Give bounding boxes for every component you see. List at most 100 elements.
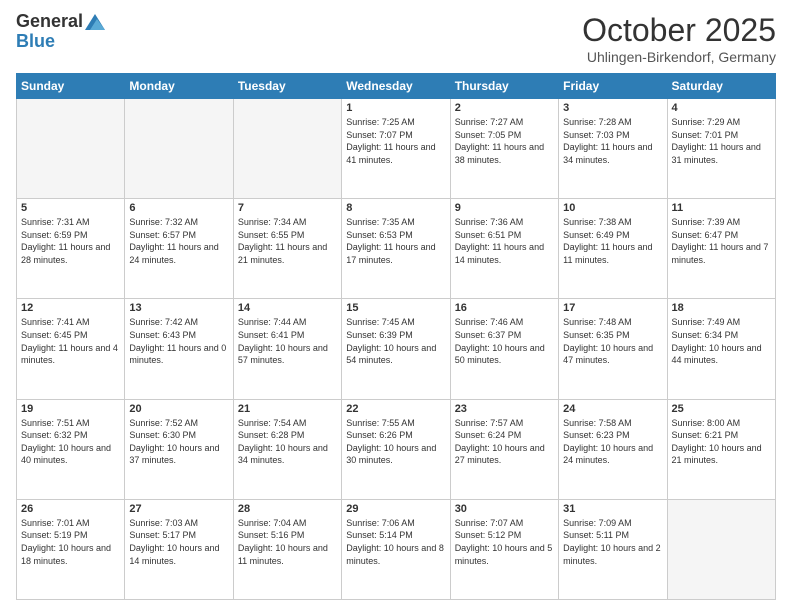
day-header-monday: Monday [125, 74, 233, 99]
header: General Blue October 2025 Uhlingen-Birke… [16, 12, 776, 65]
calendar-cell: 24Sunrise: 7:58 AM Sunset: 6:23 PM Dayli… [559, 399, 667, 499]
day-number: 12 [21, 302, 120, 314]
calendar-cell: 31 Sunrise: 7:09 AM Sunset: 5:11 PM Dayli… [559, 499, 667, 599]
day-info: Sunrise: 7:42 AM Sunset: 6:43 PM Dayligh… [129, 316, 228, 366]
day-info: Sunrise: 7:06 AM Sunset: 5:14 PM Dayligh… [346, 517, 445, 567]
day-info: Sunrise: 7:51 AM Sunset: 6:32 PM Dayligh… [21, 417, 120, 467]
day-number: 18 [672, 302, 771, 314]
week-row-5: 26 Sunrise: 7:01 AM Sunset: 5:19 PM Dayli… [17, 499, 776, 599]
day-number: 8 [346, 202, 445, 214]
calendar-cell: 29 Sunrise: 7:06 AM Sunset: 5:14 PM Dayli… [342, 499, 450, 599]
calendar-cell: 3 Sunrise: 7:28 AM Sunset: 7:03 PM Daylig… [559, 99, 667, 199]
calendar-cell [667, 499, 775, 599]
day-number: 13 [129, 302, 228, 314]
day-info: Sunrise: 7:32 AM Sunset: 6:57 PM Dayligh… [129, 216, 228, 266]
calendar-cell: 26 Sunrise: 7:01 AM Sunset: 5:19 PM Dayli… [17, 499, 125, 599]
day-number: 3 [563, 102, 662, 114]
calendar-cell: 25Sunrise: 8:00 AM Sunset: 6:21 PM Dayli… [667, 399, 775, 499]
calendar-cell: 23 Sunrise: 7:57 AM Sunset: 6:24 PM Dayli… [450, 399, 558, 499]
calendar-cell: 11Sunrise: 7:39 AM Sunset: 6:47 PM Dayli… [667, 199, 775, 299]
day-info: Sunrise: 7:45 AM Sunset: 6:39 PM Dayligh… [346, 316, 445, 366]
day-info: Sunrise: 8:00 AM Sunset: 6:21 PM Dayligh… [672, 417, 771, 467]
calendar-cell: 15 Sunrise: 7:45 AM Sunset: 6:39 PM Dayli… [342, 299, 450, 399]
logo: General Blue [16, 12, 105, 52]
logo-general-text: General [16, 12, 83, 32]
day-info: Sunrise: 7:29 AM Sunset: 7:01 PM Dayligh… [672, 116, 771, 166]
month-title: October 2025 [582, 12, 776, 49]
page: General Blue October 2025 Uhlingen-Birke… [0, 0, 792, 612]
day-number: 17 [563, 302, 662, 314]
day-info: Sunrise: 7:35 AM Sunset: 6:53 PM Dayligh… [346, 216, 445, 266]
day-number: 2 [455, 102, 554, 114]
day-number: 22 [346, 403, 445, 415]
day-info: Sunrise: 7:07 AM Sunset: 5:12 PM Dayligh… [455, 517, 554, 567]
day-number: 1 [346, 102, 445, 114]
calendar-cell: 2Sunrise: 7:27 AM Sunset: 7:05 PM Daylig… [450, 99, 558, 199]
day-info: Sunrise: 7:55 AM Sunset: 6:26 PM Dayligh… [346, 417, 445, 467]
day-info: Sunrise: 7:09 AM Sunset: 5:11 PM Dayligh… [563, 517, 662, 567]
calendar-cell: 8 Sunrise: 7:35 AM Sunset: 6:53 PM Daylig… [342, 199, 450, 299]
day-info: Sunrise: 7:49 AM Sunset: 6:34 PM Dayligh… [672, 316, 771, 366]
day-number: 10 [563, 202, 662, 214]
calendar-cell: 12 Sunrise: 7:41 AM Sunset: 6:45 PM Dayli… [17, 299, 125, 399]
calendar-cell: 4Sunrise: 7:29 AM Sunset: 7:01 PM Daylig… [667, 99, 775, 199]
logo-icon [85, 14, 105, 30]
day-info: Sunrise: 7:34 AM Sunset: 6:55 PM Dayligh… [238, 216, 337, 266]
day-number: 21 [238, 403, 337, 415]
calendar-cell: 22 Sunrise: 7:55 AM Sunset: 6:26 PM Dayli… [342, 399, 450, 499]
day-info: Sunrise: 7:46 AM Sunset: 6:37 PM Dayligh… [455, 316, 554, 366]
calendar: SundayMondayTuesdayWednesdayThursdayFrid… [16, 73, 776, 600]
day-header-friday: Friday [559, 74, 667, 99]
calendar-cell [17, 99, 125, 199]
calendar-cell: 28Sunrise: 7:04 AM Sunset: 5:16 PM Dayli… [233, 499, 341, 599]
day-info: Sunrise: 7:48 AM Sunset: 6:35 PM Dayligh… [563, 316, 662, 366]
day-number: 24 [563, 403, 662, 415]
day-header-wednesday: Wednesday [342, 74, 450, 99]
day-info: Sunrise: 7:44 AM Sunset: 6:41 PM Dayligh… [238, 316, 337, 366]
day-info: Sunrise: 7:52 AM Sunset: 6:30 PM Dayligh… [129, 417, 228, 467]
week-row-2: 5Sunrise: 7:31 AM Sunset: 6:59 PM Daylig… [17, 199, 776, 299]
day-info: Sunrise: 7:39 AM Sunset: 6:47 PM Dayligh… [672, 216, 771, 266]
day-header-saturday: Saturday [667, 74, 775, 99]
day-number: 15 [346, 302, 445, 314]
calendar-cell: 6 Sunrise: 7:32 AM Sunset: 6:57 PM Daylig… [125, 199, 233, 299]
day-info: Sunrise: 7:01 AM Sunset: 5:19 PM Dayligh… [21, 517, 120, 567]
day-number: 5 [21, 202, 120, 214]
day-number: 30 [455, 503, 554, 515]
day-number: 14 [238, 302, 337, 314]
calendar-cell: 27Sunrise: 7:03 AM Sunset: 5:17 PM Dayli… [125, 499, 233, 599]
header-row: SundayMondayTuesdayWednesdayThursdayFrid… [17, 74, 776, 99]
day-number: 7 [238, 202, 337, 214]
day-number: 23 [455, 403, 554, 415]
day-info: Sunrise: 7:28 AM Sunset: 7:03 PM Dayligh… [563, 116, 662, 166]
calendar-cell: 1 Sunrise: 7:25 AM Sunset: 7:07 PM Daylig… [342, 99, 450, 199]
calendar-cell: 30 Sunrise: 7:07 AM Sunset: 5:12 PM Dayli… [450, 499, 558, 599]
calendar-cell: 9 Sunrise: 7:36 AM Sunset: 6:51 PM Daylig… [450, 199, 558, 299]
calendar-cell: 18 Sunrise: 7:49 AM Sunset: 6:34 PM Dayli… [667, 299, 775, 399]
day-info: Sunrise: 7:25 AM Sunset: 7:07 PM Dayligh… [346, 116, 445, 166]
day-info: Sunrise: 7:41 AM Sunset: 6:45 PM Dayligh… [21, 316, 120, 366]
subtitle: Uhlingen-Birkendorf, Germany [582, 49, 776, 65]
calendar-cell: 7 Sunrise: 7:34 AM Sunset: 6:55 PM Daylig… [233, 199, 341, 299]
day-number: 6 [129, 202, 228, 214]
day-number: 19 [21, 403, 120, 415]
day-number: 26 [21, 503, 120, 515]
day-number: 31 [563, 503, 662, 515]
calendar-cell [125, 99, 233, 199]
day-number: 28 [238, 503, 337, 515]
day-info: Sunrise: 7:36 AM Sunset: 6:51 PM Dayligh… [455, 216, 554, 266]
calendar-cell: 10Sunrise: 7:38 AM Sunset: 6:49 PM Dayli… [559, 199, 667, 299]
week-row-3: 12 Sunrise: 7:41 AM Sunset: 6:45 PM Dayli… [17, 299, 776, 399]
calendar-cell: 21Sunrise: 7:54 AM Sunset: 6:28 PM Dayli… [233, 399, 341, 499]
calendar-cell [233, 99, 341, 199]
day-number: 29 [346, 503, 445, 515]
day-header-sunday: Sunday [17, 74, 125, 99]
logo-blue-text: Blue [16, 32, 55, 52]
calendar-cell: 13 Sunrise: 7:42 AM Sunset: 6:43 PM Dayli… [125, 299, 233, 399]
calendar-cell: 5Sunrise: 7:31 AM Sunset: 6:59 PM Daylig… [17, 199, 125, 299]
day-number: 9 [455, 202, 554, 214]
calendar-cell: 20Sunrise: 7:52 AM Sunset: 6:30 PM Dayli… [125, 399, 233, 499]
day-info: Sunrise: 7:57 AM Sunset: 6:24 PM Dayligh… [455, 417, 554, 467]
day-header-tuesday: Tuesday [233, 74, 341, 99]
title-section: October 2025 Uhlingen-Birkendorf, German… [582, 12, 776, 65]
